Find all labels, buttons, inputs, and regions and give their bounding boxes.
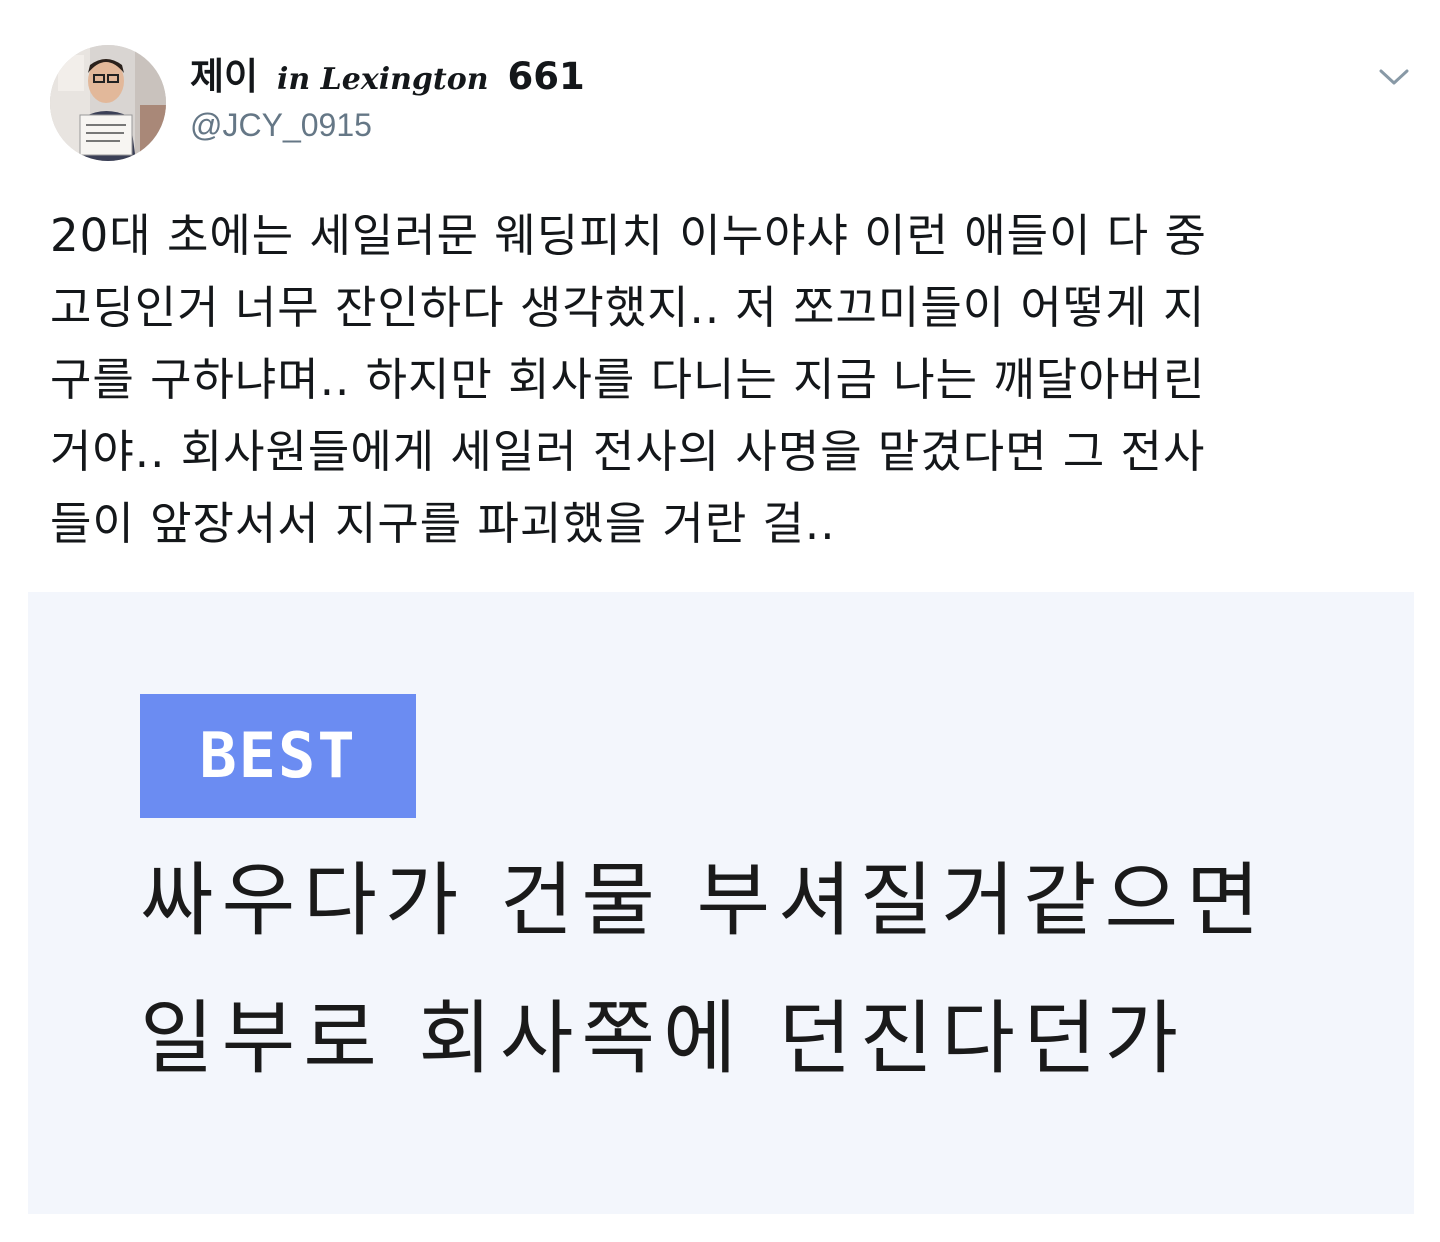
tweet-menu-button[interactable] — [1374, 62, 1414, 92]
avatar-image — [50, 45, 166, 161]
chevron-down-icon — [1379, 69, 1409, 85]
tweet-media-image[interactable]: BEST 싸우다가 건물 부셔질거같으면 일부로 회사쪽에 던진다던가 — [28, 592, 1414, 1214]
tweet-text-line: 20대 초에는 세일러문 웨딩피치 이누야샤 이런 애들이 다 중 — [50, 209, 1207, 262]
author-name-suffix: 661 — [507, 55, 585, 98]
avatar[interactable] — [50, 45, 166, 161]
tweet-text-line: 거야.. 회사원들에게 세일러 전사의 사명을 맡겼다면 그 전사 — [50, 425, 1206, 478]
tweet-text-line: 들이 앞장서서 지구를 파괴했을 거란 걸.. — [50, 497, 836, 550]
tweet-text: 20대 초에는 세일러문 웨딩피치 이누야샤 이런 애들이 다 중 고딩인거 너… — [50, 200, 1400, 560]
tweet-text-line: 고딩인거 너무 잔인하다 생각했지.. 저 쪼끄미들이 어떻게 지 — [50, 281, 1206, 334]
author-name-prefix: 제이 — [190, 55, 259, 98]
author-name[interactable]: 제이 in Lexington 661 — [190, 52, 585, 102]
tweet-card: 제이 in Lexington 661 @JCY_0915 20대 초에는 세일… — [0, 0, 1440, 1242]
best-badge: BEST — [140, 694, 416, 818]
author-handle[interactable]: @JCY_0915 — [190, 104, 372, 146]
best-comment-line: 싸우다가 건물 부셔질거같으면 — [140, 854, 1268, 947]
author-name-script: in Lexington — [276, 62, 489, 97]
best-comment-line: 일부로 회사쪽에 던진다던가 — [140, 992, 1187, 1085]
best-comment: 싸우다가 건물 부셔질거같으면 일부로 회사쪽에 던진다던가 — [140, 832, 1268, 1108]
tweet-text-line: 구를 구하냐며.. 하지만 회사를 다니는 지금 나는 깨달아버린 — [50, 353, 1206, 406]
